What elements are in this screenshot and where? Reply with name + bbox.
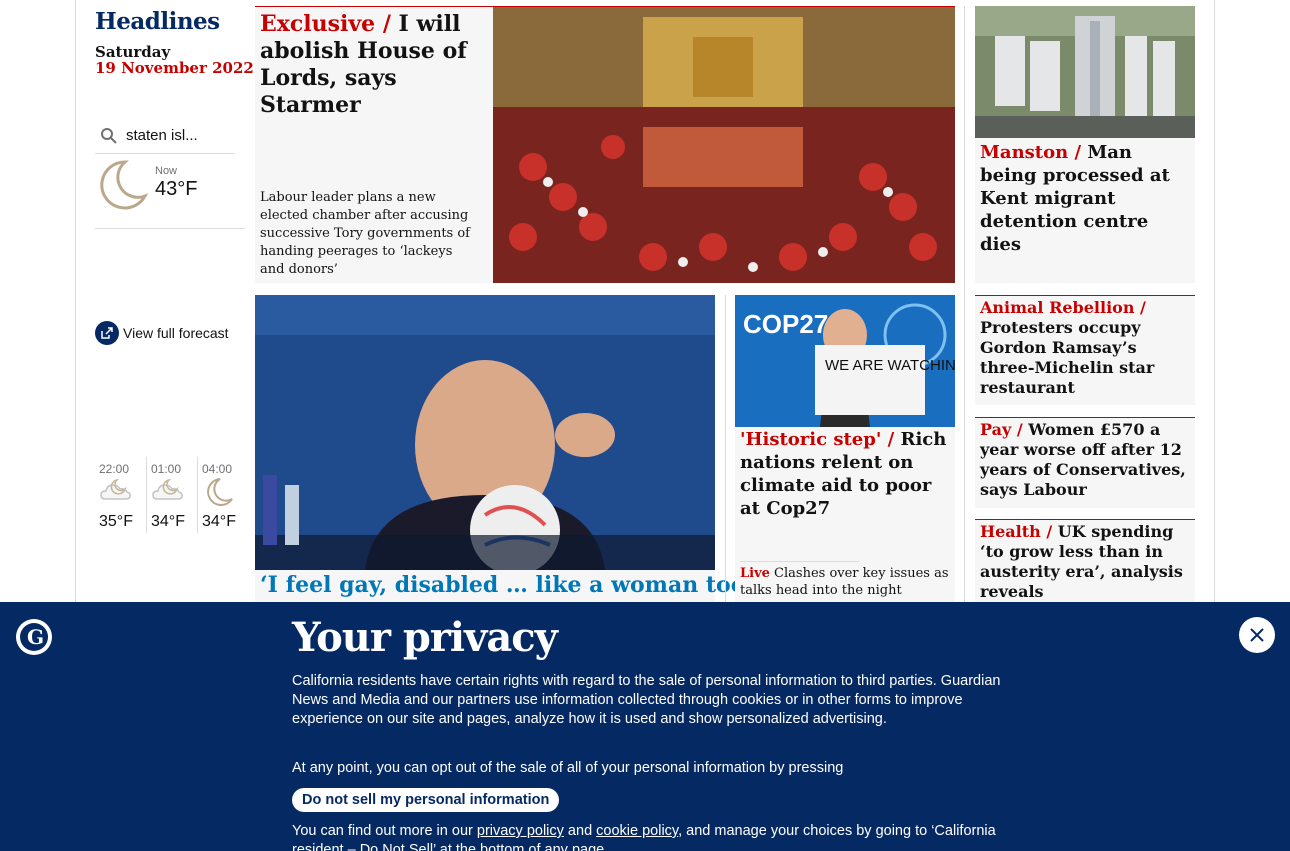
column-divider [964,6,965,602]
forecast-time: 04:00 [202,462,233,476]
kicker: Pay / [980,420,1023,439]
weather-location-search[interactable]: staten isl... [95,118,235,154]
headline[interactable]: Pay / Women £570 a year worse off after … [980,420,1192,500]
privacy-more-and: and [563,823,597,839]
privacy-opt-out-text: At any point, you can opt out of the sal… [292,760,844,776]
headline-text: Protesters occupy Gordon Ramsay’s three-… [980,318,1155,397]
external-link-icon [95,321,119,345]
cop27-protester-image[interactable]: COP27 WE ARE WATCHING [735,295,955,427]
live-text: Clashes over key issues as talks head in… [740,566,949,598]
forecast-temp: 34°F [151,513,185,530]
protest-sign: WE ARE WATCHING [825,357,955,374]
now-temperature: 43°F [155,178,198,200]
privacy-banner: G Your privacy California residents have… [0,602,1290,851]
privacy-more-pre: You can find out more in our [292,823,477,839]
cookie-policy-link[interactable]: cookie policy [596,823,678,839]
manston-centre-image[interactable] [975,6,1195,138]
forecast-slot: 01:00 34°F [146,457,194,533]
search-icon [101,127,117,144]
headline[interactable]: Animal Rebellion / Protesters occupy Gor… [980,298,1190,398]
view-full-forecast-link[interactable]: View full forecast [95,321,229,345]
guardian-logo: G [16,619,52,655]
date: 19 November 2022 [95,59,254,77]
kicker: Manston / [980,142,1082,163]
moon-icon [95,158,149,216]
headline[interactable]: ‘I feel gay, disabled … like a woman too… [260,571,753,599]
forecast-temp: 34°F [202,513,236,530]
headline[interactable]: Manston / Man being processed at Kent mi… [980,141,1190,256]
infantino-press-conference-image[interactable] [255,295,715,570]
cloudy-moon-icon [151,477,185,507]
privacy-more-text: You can find out more in our privacy pol… [292,822,1012,851]
kicker: Health / [980,522,1053,541]
kicker: Animal Rebellion / [980,298,1146,317]
now-label: Now [155,165,178,177]
story-card-pay[interactable]: Pay / Women £570 a year worse off after … [975,417,1195,508]
story-card-infantino[interactable]: ‘I feel gay, disabled … like a woman too… [255,295,753,602]
privacy-policy-link[interactable]: privacy policy [477,823,564,839]
forecast-slot: 22:00 35°F [95,457,143,533]
headline-text: ‘I feel gay, disabled … like a woman too… [260,572,754,598]
story-card-manston[interactable]: Manston / Man being processed at Kent mi… [975,6,1195,283]
story-card-animal-rebellion[interactable]: Animal Rebellion / Protesters occupy Gor… [975,295,1195,405]
house-of-lords-image[interactable] [493,7,955,283]
svg-text:G: G [27,625,44,649]
story-card-lords[interactable]: Exclusive / I will abolish House of Lord… [255,6,955,283]
headline[interactable]: Exclusive / I will abolish House of Lord… [260,11,485,119]
story-card-health[interactable]: Health / UK spending ‘to grow less than … [975,519,1195,602]
standfirst: Labour leader plans a new elected chambe… [260,190,470,277]
kicker: Exclusive / [260,11,391,37]
column-divider [725,295,726,602]
do-not-sell-button[interactable]: Do not sell my personal information [292,788,560,812]
close-button[interactable] [1239,617,1275,653]
forecast-slot: 04:00 34°F [197,457,245,533]
headline[interactable]: 'Historic step' / Rich nations relent on… [740,428,950,520]
forecast-time: 22:00 [99,462,130,476]
privacy-text: California residents have certain rights… [292,673,1001,727]
forecast-time: 01:00 [151,462,182,476]
live-label: Live [740,566,770,581]
moon-icon [202,477,236,511]
forecast-temp: 35°F [99,513,133,530]
close-icon [1250,628,1264,642]
story-card-cop27[interactable]: COP27 WE ARE WATCHING 'Historic step' / … [735,295,955,602]
forecast-link-label: View full forecast [123,325,229,341]
headline[interactable]: Health / UK spending ‘to grow less than … [980,522,1192,602]
forecast-strip: 22:00 35°F 01:00 34°F 04:00 34°F [95,228,245,533]
cloudy-moon-icon [99,477,133,507]
page-title: Headlines [95,8,220,35]
kicker: 'Historic step' / [740,429,895,450]
location-input-value[interactable]: staten isl... [126,127,198,144]
cop27-banner: COP27 [743,309,828,339]
privacy-title: Your privacy [292,614,558,661]
divider [740,561,860,562]
live-link[interactable]: Live Clashes over key issues as talks he… [740,565,950,599]
